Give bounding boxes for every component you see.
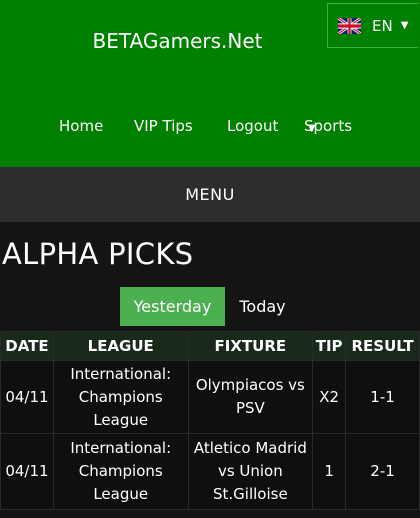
menu-toggle[interactable]: MENU (0, 167, 420, 222)
nav-sports[interactable]: Sports ▼ (304, 117, 352, 135)
column-header-league: LEAGUE (52, 331, 189, 361)
cell-date: 04/11 (0, 433, 54, 510)
picks-table: DATE LEAGUE FIXTURE TIP RESULT 04/11 Int… (0, 331, 420, 510)
main-nav: Home VIP Tips Logout Sports ▼ (0, 117, 420, 139)
column-header-date: DATE (0, 331, 54, 361)
cell-tip: 1 (312, 433, 347, 510)
tab-yesterday[interactable]: Yesterday (120, 287, 225, 326)
table-row: 04/11 International: Champions League Ol… (0, 360, 420, 434)
column-header-fixture: FIXTURE (187, 331, 314, 361)
language-selector[interactable]: EN ▼ (327, 3, 418, 48)
nav-home[interactable]: Home (59, 117, 103, 135)
site-brand[interactable]: BETAGamers.Net (0, 29, 355, 53)
cell-result: 1-1 (345, 360, 420, 434)
language-code: EN (372, 16, 393, 35)
chevron-down-icon: ▼ (400, 20, 409, 31)
column-header-tip: TIP (312, 331, 347, 361)
cell-tip: X2 (312, 360, 347, 434)
cell-date: 04/11 (0, 360, 54, 434)
cell-fixture: Atletico Madrid vs Union St.Gilloise (187, 433, 314, 510)
table-header-row: DATE LEAGUE FIXTURE TIP RESULT (0, 331, 420, 361)
cell-result: 2-1 (345, 433, 420, 510)
page-title: ALPHA PICKS (2, 237, 194, 271)
nav-vip-tips[interactable]: VIP Tips (134, 117, 193, 135)
nav-logout[interactable]: Logout (227, 117, 278, 135)
tab-today[interactable]: Today (225, 287, 300, 326)
column-header-result: RESULT (345, 331, 420, 361)
nav-sports-label: Sports (304, 117, 353, 135)
cell-league: International: Champions League (52, 433, 189, 510)
cell-league: International: Champions League (52, 360, 189, 434)
cell-fixture: Olympiacos vs PSV (187, 360, 314, 434)
site-header: BETAGamers.Net EN ▼ Home VIP Tips Logout… (0, 0, 420, 167)
table-row: 04/11 International: Champions League At… (0, 433, 420, 510)
uk-flag-icon (338, 17, 361, 34)
